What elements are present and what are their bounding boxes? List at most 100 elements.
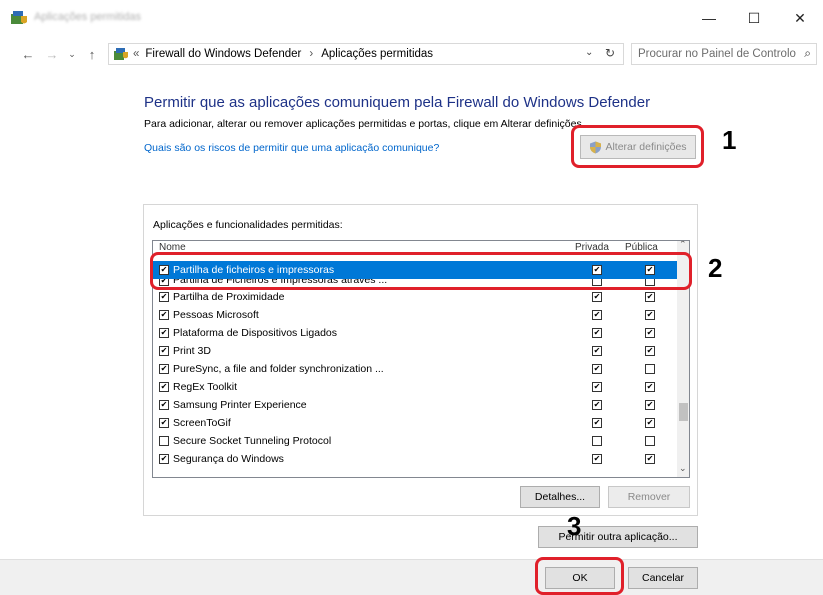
app-name: Partilha de Proximidade [173, 291, 285, 303]
firewall-app-icon [10, 10, 28, 26]
app-name: Print 3D [173, 345, 211, 357]
list-scroll-thumb[interactable] [679, 403, 688, 421]
page-heading: Permitir que as aplicações comuniquem pe… [144, 94, 651, 111]
control-panel-icon [113, 47, 129, 61]
recent-locations-button[interactable]: ⌄ [62, 44, 82, 64]
enable-checkbox[interactable]: ✔ [159, 328, 169, 338]
enable-checkbox[interactable] [159, 436, 169, 446]
app-name: Pessoas Microsoft [173, 309, 259, 321]
private-checkbox[interactable]: ✔ [592, 418, 602, 428]
private-checkbox[interactable]: ✔ [592, 382, 602, 392]
public-checkbox[interactable]: ✔ [645, 400, 655, 410]
title-bar: Aplicações permitidas — ☐ ✕ [0, 0, 823, 36]
breadcrumb-separator: › [309, 48, 314, 60]
enable-checkbox[interactable]: ✔ [159, 382, 169, 392]
private-checkbox[interactable]: ✔ [592, 292, 602, 302]
chevron-down-icon: ⌄ [68, 48, 76, 59]
enable-checkbox[interactable]: ✔ [159, 400, 169, 410]
app-row[interactable]: ✔ Pessoas Microsoft ✔ ✔ [153, 306, 677, 324]
maximize-button[interactable]: ☐ [731, 0, 777, 36]
step-1-number: 1 [722, 125, 737, 155]
public-checkbox[interactable]: ✔ [645, 292, 655, 302]
address-bar[interactable]: « Firewall do Windows Defender › Aplicaç… [108, 43, 624, 65]
back-button[interactable]: ← [18, 44, 38, 64]
up-button[interactable]: ↑ [82, 44, 102, 64]
private-checkbox[interactable] [592, 436, 602, 446]
arrow-up-icon: ↑ [88, 46, 96, 62]
app-name: ScreenToGif [173, 417, 231, 429]
enable-checkbox[interactable]: ✔ [159, 292, 169, 302]
close-icon: ✕ [794, 9, 806, 26]
enable-checkbox[interactable]: ✔ [159, 346, 169, 356]
private-checkbox[interactable]: ✔ [592, 364, 602, 374]
allow-other-app-button[interactable]: Permitir outra aplicação... [538, 526, 698, 548]
app-name: PureSync, a file and folder synchronizat… [173, 363, 384, 375]
minimize-button[interactable]: — [686, 0, 732, 36]
app-name: RegEx Toolkit [173, 381, 238, 393]
step-2-number: 2 [708, 253, 723, 283]
scroll-up-icon[interactable]: ⌃ [679, 241, 687, 250]
public-checkbox[interactable]: ✔ [645, 454, 655, 464]
maximize-icon: ☐ [747, 9, 761, 26]
enable-checkbox[interactable]: ✔ [159, 418, 169, 428]
step-2-highlight [150, 252, 692, 290]
public-checkbox[interactable]: ✔ [645, 382, 655, 392]
app-name: Segurança do Windows [173, 453, 284, 465]
public-checkbox[interactable] [645, 364, 655, 374]
search-icon[interactable]: ⌕ [804, 46, 811, 61]
step-3-number: 3 [567, 511, 582, 541]
breadcrumb-allowed-apps[interactable]: Aplicações permitidas [321, 48, 433, 60]
app-row[interactable]: ✔ Segurança do Windows ✔ ✔ [153, 450, 677, 468]
enable-checkbox[interactable]: ✔ [159, 454, 169, 464]
private-checkbox[interactable]: ✔ [592, 346, 602, 356]
refresh-icon[interactable]: ↻ [605, 46, 615, 60]
public-checkbox[interactable]: ✔ [645, 310, 655, 320]
enable-checkbox[interactable]: ✔ [159, 310, 169, 320]
app-name: Samsung Printer Experience [173, 399, 307, 411]
app-row[interactable]: ✔ ScreenToGif ✔ ✔ [153, 414, 677, 432]
column-name[interactable]: Nome [159, 242, 186, 252]
public-checkbox[interactable]: ✔ [645, 328, 655, 338]
app-row[interactable]: ✔ Partilha de Proximidade ✔ ✔ [153, 288, 677, 306]
list-header: Nome Privada Pública [153, 241, 677, 252]
breadcrumb-overflow[interactable]: « [133, 48, 139, 60]
private-checkbox[interactable]: ✔ [592, 400, 602, 410]
app-row[interactable]: ✔ Samsung Printer Experience ✔ ✔ [153, 396, 677, 414]
breadcrumb-firewall[interactable]: Firewall do Windows Defender [145, 48, 301, 60]
scroll-down-icon[interactable]: ⌄ [679, 463, 687, 474]
app-row[interactable]: ✔ PureSync, a file and folder synchroniza… [153, 360, 677, 378]
enable-checkbox[interactable]: ✔ [159, 364, 169, 374]
search-input[interactable]: Procurar no Painel de Controlo [638, 48, 796, 60]
details-button[interactable]: Detalhes... [520, 486, 600, 508]
address-dropdown-icon[interactable]: ⌄ [585, 47, 593, 58]
step-3-highlight [535, 557, 624, 595]
cancel-button[interactable]: Cancelar [628, 567, 698, 589]
minimize-icon: — [702, 10, 716, 26]
app-name: Secure Socket Tunneling Protocol [173, 435, 332, 447]
app-row[interactable]: ✔ Print 3D ✔ ✔ [153, 342, 677, 360]
column-private[interactable]: Privada [575, 242, 609, 252]
page-description: Para adicionar, alterar ou remover aplic… [144, 118, 585, 130]
private-checkbox[interactable]: ✔ [592, 328, 602, 338]
remove-button[interactable]: Remover [608, 486, 690, 508]
arrow-left-icon: ← [21, 46, 35, 62]
private-checkbox[interactable]: ✔ [592, 310, 602, 320]
search-box[interactable]: Procurar no Painel de Controlo ⌕ [631, 43, 817, 65]
app-row[interactable]: ✔ Plataforma de Dispositivos Ligados ✔ ✔ [153, 324, 677, 342]
allowed-apps-title: Aplicações e funcionalidades permitidas: [153, 219, 343, 231]
forward-button[interactable]: → [42, 44, 62, 64]
app-row[interactable]: Secure Socket Tunneling Protocol [153, 432, 677, 450]
arrow-right-icon: → [45, 46, 59, 62]
app-name: Plataforma de Dispositivos Ligados [173, 327, 338, 339]
step-1-highlight [571, 125, 704, 168]
public-checkbox[interactable] [645, 436, 655, 446]
private-checkbox[interactable]: ✔ [592, 454, 602, 464]
public-checkbox[interactable]: ✔ [645, 346, 655, 356]
column-public[interactable]: Pública [625, 242, 658, 252]
close-button[interactable]: ✕ [777, 0, 823, 36]
window-title: Aplicações permitidas [34, 11, 141, 23]
app-row[interactable]: ✔ RegEx Toolkit ✔ ✔ [153, 378, 677, 396]
risks-link[interactable]: Quais são os riscos de permitir que uma … [144, 142, 439, 154]
public-checkbox[interactable]: ✔ [645, 418, 655, 428]
dialog-button-bar [0, 559, 823, 595]
